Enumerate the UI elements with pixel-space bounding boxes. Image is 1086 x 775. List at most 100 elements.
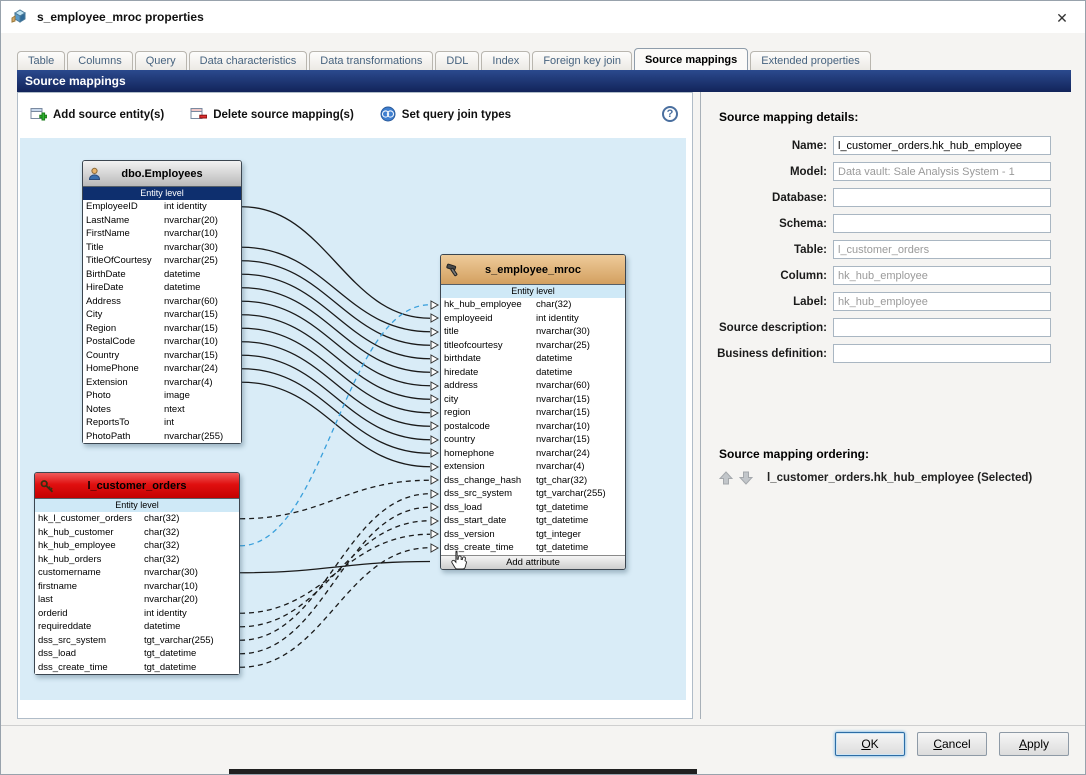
entity-row[interactable]: dss_create_time tgt_datetime xyxy=(35,660,239,674)
entity-row[interactable]: requireddate datetime xyxy=(35,620,239,634)
add-source-entity-button[interactable]: Add source entity(s) xyxy=(30,106,164,125)
entity-row[interactable]: hk_hub_customer char(32) xyxy=(35,525,239,539)
entity-row[interactable]: TitleOfCourtesy nvarchar(25) xyxy=(83,254,241,268)
tool-label: Set query join types xyxy=(401,109,512,121)
tab-source-mappings[interactable]: Source mappings xyxy=(633,48,749,71)
tab-columns[interactable]: Columns xyxy=(67,51,133,71)
entity-row[interactable]: PhotoPath nvarchar(255) xyxy=(83,429,241,443)
entity-row[interactable]: last nvarchar(20) xyxy=(35,593,239,607)
delete-source-mapping-button[interactable]: Delete source mapping(s) xyxy=(190,106,354,125)
hammer-icon xyxy=(446,263,460,277)
label-input[interactable] xyxy=(833,292,1051,311)
apply-button[interactable]: Apply xyxy=(999,732,1069,756)
entity-row[interactable]: dss_change_hash tgt_char(32) xyxy=(430,473,625,487)
add-attribute-button[interactable]: Add attribute xyxy=(441,554,625,569)
entity-header[interactable]: dbo.Employees xyxy=(83,161,241,187)
entity-row[interactable]: Title nvarchar(30) xyxy=(83,240,241,254)
entity-row[interactable]: LastName nvarchar(20) xyxy=(83,213,241,227)
name-input[interactable] xyxy=(833,136,1051,155)
tab-query[interactable]: Query xyxy=(134,51,187,71)
entity-row[interactable]: Region nvarchar(15) xyxy=(83,321,241,335)
cancel-button[interactable]: Cancel xyxy=(917,732,987,756)
schema-input[interactable] xyxy=(833,214,1051,233)
row-name: dss_load xyxy=(444,501,483,513)
name-label: Name: xyxy=(791,139,827,152)
entity-row[interactable]: employeeid int identity xyxy=(430,311,625,325)
tab-data-transformations[interactable]: Data transformations xyxy=(309,51,434,71)
connection-arrow-icon xyxy=(430,326,440,342)
entity-table-employees[interactable]: dbo.Employees Entity level EmployeeID int… xyxy=(82,160,242,444)
entity-row[interactable]: dss_load tgt_datetime xyxy=(35,647,239,661)
entity-row[interactable]: titleofcourtesy nvarchar(25) xyxy=(430,338,625,352)
help-button[interactable]: ? xyxy=(662,106,678,122)
ok-button[interactable]: OK xyxy=(835,732,905,756)
move-down-button[interactable] xyxy=(739,471,753,485)
source_description-input[interactable] xyxy=(833,318,1051,337)
entity-row[interactable]: dss_src_system tgt_varchar(255) xyxy=(35,633,239,647)
entity-row[interactable]: orderid int identity xyxy=(35,606,239,620)
table-input[interactable] xyxy=(833,240,1051,259)
column-input[interactable] xyxy=(833,266,1051,285)
entity-row[interactable]: dss_version tgt_integer xyxy=(430,527,625,541)
tab-index[interactable]: Index xyxy=(481,51,531,71)
entity-row[interactable]: Photo image xyxy=(83,389,241,403)
tab-table[interactable]: Table xyxy=(17,51,66,71)
close-button[interactable]: ✕ xyxy=(1053,9,1071,27)
entity-row[interactable]: HomePhone nvarchar(24) xyxy=(83,362,241,376)
model-input[interactable] xyxy=(833,162,1051,181)
row-type: char(32) xyxy=(144,526,180,538)
entity-row[interactable]: HireDate datetime xyxy=(83,281,241,295)
entity-row[interactable]: customername nvarchar(30) xyxy=(35,566,239,580)
entity-row[interactable]: Address nvarchar(60) xyxy=(83,294,241,308)
entity-row[interactable]: firstname nvarchar(10) xyxy=(35,579,239,593)
entity-row[interactable]: address nvarchar(60) xyxy=(430,379,625,393)
tab-foreign-key-join[interactable]: Foreign key join xyxy=(532,51,632,71)
entity-row[interactable]: City nvarchar(15) xyxy=(83,308,241,322)
tool-label: Add source entity(s) xyxy=(53,109,165,121)
entity-title: s_employee_mroc xyxy=(485,263,581,276)
row-type: nvarchar(255) xyxy=(164,430,224,442)
entity-row[interactable]: postalcode nvarchar(10) xyxy=(430,419,625,433)
entity-row[interactable]: Extension nvarchar(4) xyxy=(83,375,241,389)
entity-row[interactable]: dss_load tgt_datetime xyxy=(430,500,625,514)
entity-row[interactable]: dss_start_date tgt_datetime xyxy=(430,514,625,528)
tab-extended-properties[interactable]: Extended properties xyxy=(750,51,871,71)
entity-row[interactable]: hiredate datetime xyxy=(430,365,625,379)
entity-row[interactable]: hk_hub_employee char(32) xyxy=(430,298,625,312)
diagram-canvas[interactable]: dbo.Employees Entity level EmployeeID int… xyxy=(20,138,686,700)
row-name: hk_l_customer_orders xyxy=(38,513,132,524)
entity-row[interactable]: dss_create_time tgt_datetime xyxy=(430,541,625,555)
entity-row[interactable]: city nvarchar(15) xyxy=(430,392,625,406)
entity-row[interactable]: hk_hub_orders char(32) xyxy=(35,552,239,566)
entity-row[interactable]: hk_l_customer_orders char(32) xyxy=(35,512,239,526)
entity-row[interactable]: region nvarchar(15) xyxy=(430,406,625,420)
entity-row[interactable]: Country nvarchar(15) xyxy=(83,348,241,362)
entity-row[interactable]: dss_src_system tgt_varchar(255) xyxy=(430,487,625,501)
entity-row[interactable]: title nvarchar(30) xyxy=(430,325,625,339)
entity-row[interactable]: hk_hub_employee char(32) xyxy=(35,539,239,553)
row-type: nvarchar(10) xyxy=(144,580,198,592)
database-input[interactable] xyxy=(833,188,1051,207)
ordering-item[interactable]: l_customer_orders.hk_hub_employee (Selec… xyxy=(767,472,1032,484)
business_definition-label: Business definition: xyxy=(717,347,827,360)
entity-row[interactable]: BirthDate datetime xyxy=(83,267,241,281)
entity-row[interactable]: Notes ntext xyxy=(83,402,241,416)
entity-row[interactable]: FirstName nvarchar(10) xyxy=(83,227,241,241)
move-up-button[interactable] xyxy=(719,471,733,485)
tab-data-characteristics[interactable]: Data characteristics xyxy=(188,51,308,71)
set-query-join-types-button[interactable]: Set query join types xyxy=(380,106,511,125)
business_definition-input[interactable] xyxy=(833,344,1051,363)
entity-table-l-customer-orders[interactable]: l_customer_orders Entity level hk_l_cust… xyxy=(34,472,240,675)
entity-header[interactable]: l_customer_orders xyxy=(35,473,239,499)
entity-row[interactable]: ReportsTo int xyxy=(83,416,241,430)
tab-ddl[interactable]: DDL xyxy=(435,51,480,71)
entity-row[interactable]: homephone nvarchar(24) xyxy=(430,446,625,460)
entity-row[interactable]: EmployeeID int identity xyxy=(83,200,241,214)
label-label: Label: xyxy=(793,295,827,308)
entity-row[interactable]: extension nvarchar(4) xyxy=(430,460,625,474)
entity-row[interactable]: country nvarchar(15) xyxy=(430,433,625,447)
entity-row[interactable]: birthdate datetime xyxy=(430,352,625,366)
entity-row[interactable]: PostalCode nvarchar(10) xyxy=(83,335,241,349)
entity-table-s-employee-mroc[interactable]: s_employee_mroc Entity level hk_hub_empl… xyxy=(430,254,626,570)
entity-header[interactable]: s_employee_mroc xyxy=(441,255,625,285)
